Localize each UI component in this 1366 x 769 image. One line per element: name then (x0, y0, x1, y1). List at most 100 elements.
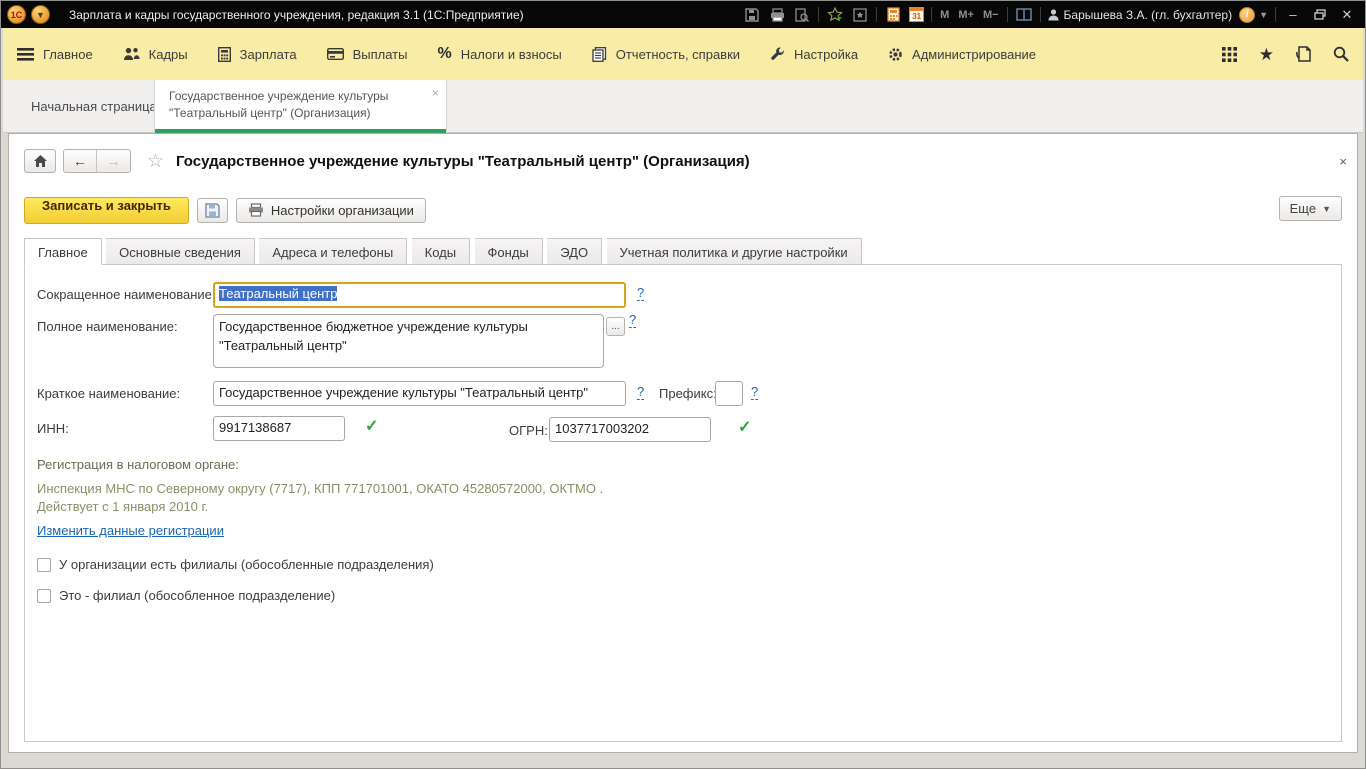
inn-label: ИНН: (37, 421, 69, 436)
title-bar: 1С ▼ Зарплата и кадры государственного у… (1, 1, 1365, 28)
full-name-ellipsis-button[interactable]: ... (606, 317, 625, 336)
menu-item-zarplata[interactable]: Зарплата (218, 47, 297, 62)
menu-item-nalogi[interactable]: % Налоги и взносы (437, 45, 561, 63)
form-close-icon[interactable]: × (1339, 154, 1347, 169)
split-window-icon[interactable] (1015, 6, 1033, 24)
bank-card-icon (327, 48, 344, 60)
menu-item-otchetnost[interactable]: Отчетность, справки (592, 47, 740, 62)
forward-button[interactable]: → (97, 150, 130, 172)
home-icon (33, 154, 48, 168)
calculator-icon[interactable] (884, 6, 902, 24)
restore-button[interactable] (1310, 9, 1330, 20)
favorites-star-icon[interactable]: ★ (1259, 46, 1274, 63)
wrench-icon (770, 47, 785, 62)
favorites-window-icon[interactable] (851, 6, 869, 24)
print-icon[interactable] (768, 6, 786, 24)
brief-name-help-link[interactable]: ? (637, 385, 644, 400)
registration-header: Регистрация в налоговом органе: (37, 457, 239, 472)
save-button[interactable] (197, 198, 228, 223)
inn-valid-check-icon: ✓ (365, 416, 378, 436)
change-registration-link[interactable]: Изменить данные регистрации (37, 523, 224, 538)
tab-kody[interactable]: Коды (412, 238, 470, 265)
add-favorite-star-icon[interactable] (826, 6, 844, 24)
prefix-help-link[interactable]: ? (751, 385, 758, 400)
menu-item-vyplaty[interactable]: Выплаты (327, 47, 408, 62)
titlebar-separator (876, 7, 877, 22)
ogrn-valid-check-icon: ✓ (738, 417, 751, 437)
history-icon[interactable] (1296, 46, 1311, 62)
prefix-input[interactable] (715, 381, 743, 406)
tab-close-icon[interactable]: × (432, 85, 439, 102)
reports-icon (592, 47, 607, 62)
short-name-label: Сокращенное наименование: (37, 287, 216, 302)
menubar-right-tools: ★ (1222, 46, 1349, 63)
close-button[interactable]: ✕ (1337, 7, 1357, 23)
print-preview-icon[interactable] (793, 6, 811, 24)
has-branches-label: У организации есть филиалы (обособленные… (59, 557, 434, 572)
current-user[interactable]: Барышева З.А. (гл. бухгалтер) (1048, 8, 1233, 22)
save-icon[interactable] (743, 6, 761, 24)
apps-grid-icon[interactable] (1222, 47, 1237, 62)
titlebar-separator (1040, 7, 1041, 22)
ogrn-input[interactable]: 1037717003202 (549, 417, 711, 442)
tab-uchetnaya-politika[interactable]: Учетная политика и другие настройки (607, 238, 862, 265)
app-window: 1С ▼ Зарплата и кадры государственного у… (0, 0, 1366, 769)
system-menu-button[interactable]: ▼ (31, 5, 50, 24)
titlebar-separator (1275, 7, 1276, 22)
search-icon[interactable] (1333, 46, 1349, 62)
short-name-input[interactable]: Театральный центр (213, 282, 626, 308)
back-button[interactable]: ← (64, 150, 97, 172)
checkbox-box (37, 558, 51, 572)
calendar-icon[interactable]: 31 (909, 7, 924, 22)
favorite-star-icon[interactable]: ☆ (147, 150, 164, 173)
menu-item-kadry[interactable]: Кадры (123, 47, 188, 62)
tab-fondy[interactable]: Фонды (475, 238, 543, 265)
save-and-close-button[interactable]: Записать и закрыть (24, 197, 189, 224)
info-caret-icon[interactable]: ▼ (1259, 10, 1268, 20)
inn-input[interactable]: 9917138687 (213, 416, 345, 441)
tab-edo[interactable]: ЭДО (547, 238, 602, 265)
brief-name-input[interactable]: Государственное учреждение культуры "Теа… (213, 381, 626, 406)
has-branches-checkbox[interactable]: У организации есть филиалы (обособленные… (37, 557, 434, 572)
form-toolbar: Записать и закрыть Настройки организации… (24, 196, 1342, 224)
menu-item-glavnoe: Главное (43, 47, 93, 62)
chevron-down-icon: ▼ (1322, 204, 1331, 214)
tab-organization[interactable]: Государственное учреждение культуры "Теа… (154, 80, 447, 133)
minimize-button[interactable]: – (1283, 7, 1303, 22)
info-icon[interactable]: i (1239, 7, 1255, 23)
form-tab-strip: Главное Основные сведения Адреса и телеф… (24, 238, 1342, 265)
window-title: Зарплата и кадры государственного учрежд… (69, 8, 524, 22)
printer-icon (248, 203, 264, 217)
short-name-selected-text: Театральный центр (219, 286, 337, 301)
registration-info-line2: Действует с 1 января 2010 г. (37, 499, 208, 514)
tab-osnovnye-svedeniya[interactable]: Основные сведения (106, 238, 255, 265)
prefix-label: Префикс: (659, 386, 717, 401)
app-logo-button[interactable]: 1С (7, 5, 26, 24)
more-button[interactable]: Еще ▼ (1279, 196, 1342, 221)
tab-adresa-telefony[interactable]: Адреса и телефоны (259, 238, 407, 265)
sections-menu-button[interactable]: Главное (17, 47, 93, 62)
tab-glavnoe[interactable]: Главное (24, 238, 102, 265)
user-name: Барышева З.А. (гл. бухгалтер) (1064, 8, 1233, 22)
page-title: Государственное учреждение культуры "Теа… (176, 153, 750, 170)
calculator-icon (218, 47, 231, 62)
short-name-help-link[interactable]: ? (637, 286, 644, 301)
org-settings-button[interactable]: Настройки организации (236, 198, 426, 223)
org-settings-label: Настройки организации (271, 203, 414, 218)
checkbox-box (37, 589, 51, 603)
tab-organization-line2: "Театральный центр" (Организация) (169, 105, 422, 122)
organization-form-window: ← → ☆ Государственное учреждение культур… (8, 133, 1358, 753)
form-content-panel: Сокращенное наименование: Театральный це… (24, 264, 1342, 742)
brief-name-label: Краткое наименование: (37, 386, 180, 401)
memory-m-minus-button[interactable]: M− (982, 6, 1000, 24)
menu-item-nastroika[interactable]: Настройка (770, 47, 858, 62)
full-name-textarea[interactable]: Государственное бюджетное учреждение кул… (213, 314, 604, 368)
menu-item-administrirovanie[interactable]: Администрирование (888, 47, 1036, 62)
memory-m-button[interactable]: M (939, 6, 950, 24)
memory-m-plus-button[interactable]: M+ (957, 6, 975, 24)
is-branch-checkbox[interactable]: Это - филиал (обособленное подразделение… (37, 588, 335, 603)
1c-logo-icon: 1С (11, 10, 23, 20)
full-name-help-link[interactable]: ? (629, 313, 636, 328)
home-button[interactable] (24, 149, 56, 173)
gear-icon (888, 47, 903, 62)
